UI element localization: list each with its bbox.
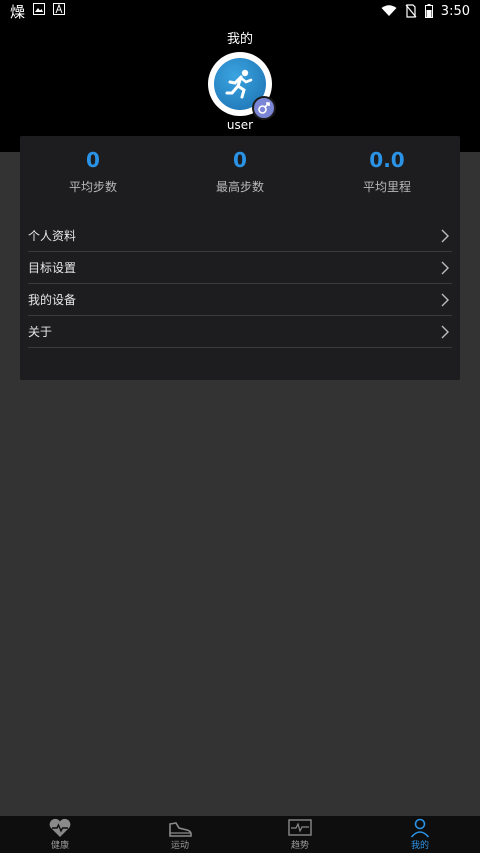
stat-value: 0 xyxy=(86,148,100,172)
tab-sport[interactable]: 运动 xyxy=(120,816,240,853)
profile-header: 我的 user xyxy=(0,22,480,152)
settings-menu: 个人资料 目标设置 我的设备 关于 xyxy=(28,220,452,348)
stat-value: 0.0 xyxy=(369,148,405,172)
stat-value: 0 xyxy=(233,148,247,172)
chevron-right-icon xyxy=(440,325,450,339)
status-bar: 燥 3:50 xyxy=(0,0,480,22)
image-icon xyxy=(33,3,46,19)
avatar[interactable] xyxy=(208,52,276,120)
menu-item-label: 我的设备 xyxy=(28,293,77,307)
menu-item-label: 关于 xyxy=(28,325,53,339)
font-icon xyxy=(53,3,66,19)
stat-label: 最高步数 xyxy=(215,180,264,194)
menu-item-about[interactable]: 关于 xyxy=(28,316,452,348)
wifi-icon xyxy=(381,5,397,17)
menu-item-label: 目标设置 xyxy=(28,261,77,275)
page-title: 我的 xyxy=(226,32,253,47)
profile-card: 0 平均步数 0 最高步数 0.0 平均里程 个人资料 目标设置 我的设备 关于 xyxy=(20,136,460,380)
menu-item-label: 个人资料 xyxy=(28,229,77,243)
tab-trend[interactable]: 趋势 xyxy=(240,816,360,853)
shoe-icon xyxy=(167,818,193,838)
stats-row: 0 平均步数 0 最高步数 0.0 平均里程 xyxy=(20,136,460,195)
status-time: 3:50 xyxy=(440,3,470,19)
menu-item-my-devices[interactable]: 我的设备 xyxy=(28,284,452,316)
tab-label: 我的 xyxy=(410,841,429,851)
tab-label: 健康 xyxy=(50,841,69,851)
chevron-right-icon xyxy=(440,261,450,275)
chevron-right-icon xyxy=(440,293,450,307)
tab-me[interactable]: 我的 xyxy=(360,816,480,853)
status-left: 燥 xyxy=(10,1,66,22)
tab-label: 运动 xyxy=(170,841,189,851)
stat-label: 平均里程 xyxy=(362,180,411,194)
user-icon xyxy=(409,818,431,838)
menu-item-profile[interactable]: 个人资料 xyxy=(28,220,452,252)
status-right: 3:50 xyxy=(381,4,470,19)
weather-icon: 燥 xyxy=(10,2,26,21)
stat-label: 平均步数 xyxy=(68,180,117,194)
stat-avg-steps: 0 平均步数 xyxy=(20,148,166,195)
tab-label: 趋势 xyxy=(290,841,309,851)
stat-avg-distance: 0.0 平均里程 xyxy=(314,148,460,195)
trend-monitor-icon xyxy=(287,818,313,838)
no-sim-icon xyxy=(405,4,417,18)
battery-icon xyxy=(424,4,433,18)
menu-item-goal-settings[interactable]: 目标设置 xyxy=(28,252,452,284)
chevron-right-icon xyxy=(440,229,450,243)
stat-max-steps: 0 最高步数 xyxy=(167,148,313,195)
heart-pulse-icon xyxy=(48,818,72,838)
username: user xyxy=(226,118,254,132)
tab-health[interactable]: 健康 xyxy=(0,816,120,853)
bottom-nav: 健康 运动 趋势 我的 xyxy=(0,816,480,853)
male-icon xyxy=(252,96,276,120)
